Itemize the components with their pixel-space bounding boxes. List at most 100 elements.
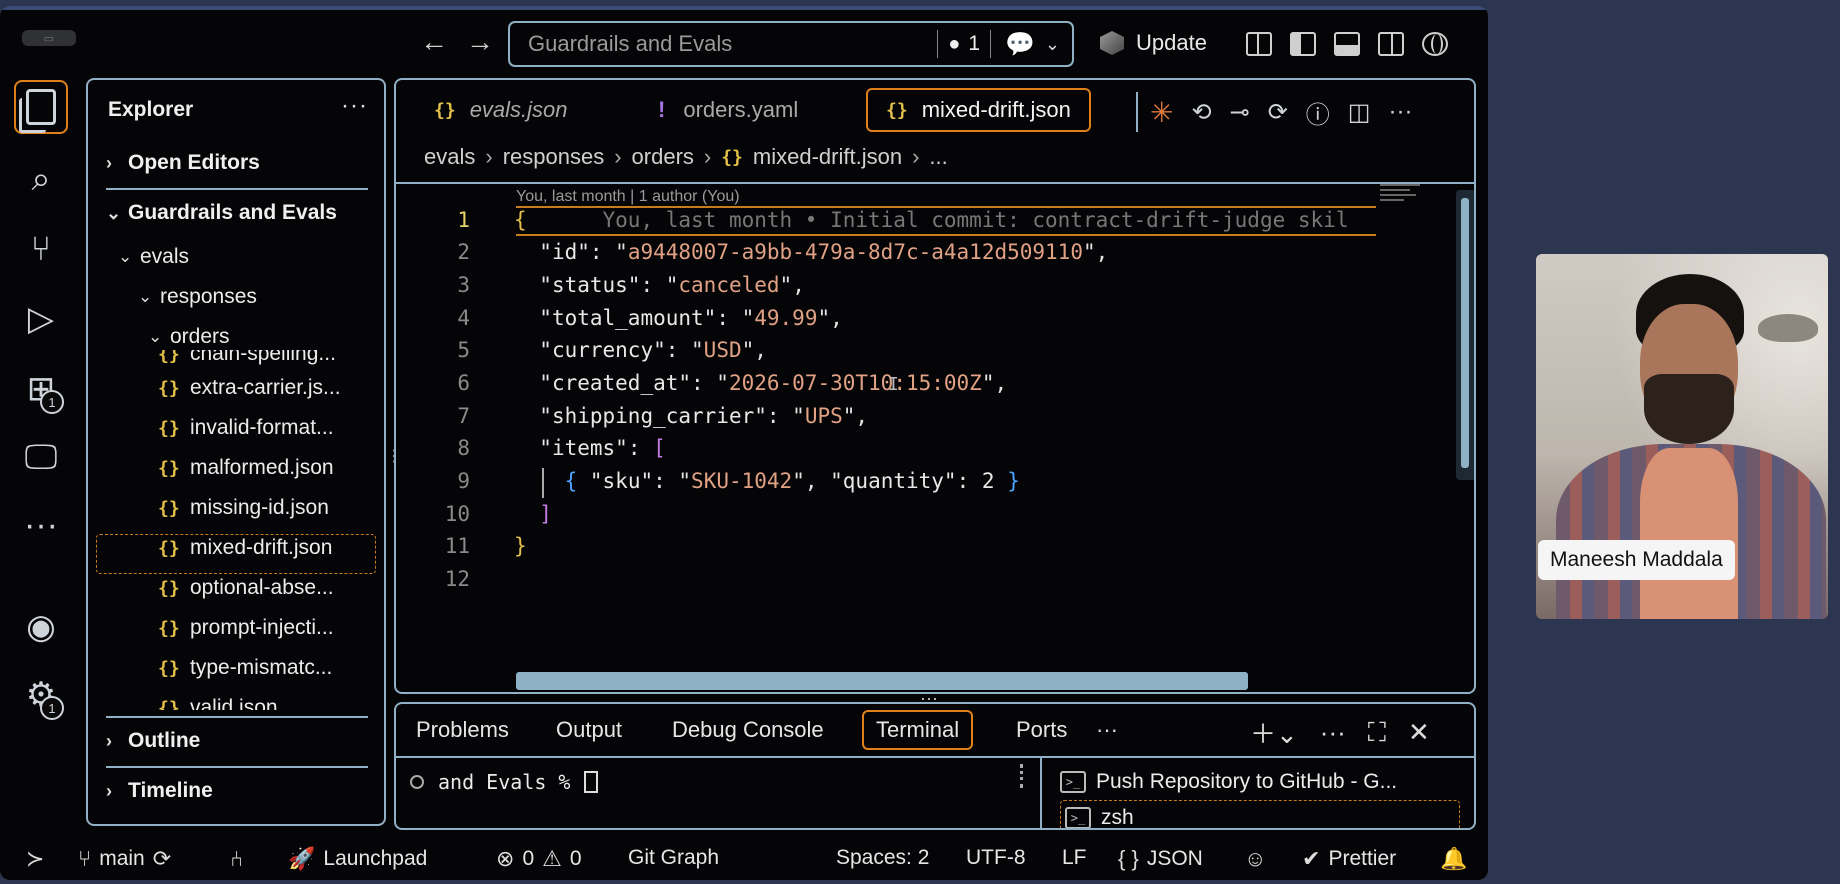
run-debug-icon[interactable]: ▷ [14,292,68,346]
file-item[interactable]: {} chain-spelling... [158,350,388,372]
vertical-scrollbar[interactable] [1456,190,1474,480]
tab-output[interactable]: Output [556,710,622,750]
horizontal-scrollbar[interactable] [516,672,1248,690]
explorer-more-icon[interactable]: ··· [341,92,368,120]
settings-badge: 1 [40,696,64,720]
double-check-icon: ✔ [1302,846,1321,871]
terminal-more-icon[interactable]: ··· [1320,717,1346,748]
launchpad-label: Launchpad [323,847,428,870]
maximize-panel-icon[interactable]: ⛶ [1368,717,1386,749]
line-number: 2 [457,240,470,264]
file-item[interactable]: {} missing-id.json [158,490,388,526]
divider [396,182,1474,184]
chat-icon[interactable]: 💬 [1005,30,1035,59]
toggle-primary-sidebar-icon[interactable] [1290,32,1316,56]
terminal-item[interactable]: >_ Push Repository to GitHub - G... [1060,764,1460,800]
more-actions-icon[interactable]: ··· [1388,98,1412,126]
minimap[interactable] [1380,184,1450,214]
encoding-item[interactable]: UTF-8 [966,846,1026,870]
blame-codelens[interactable]: You, last month | 1 author (You) [516,188,740,206]
tab-evals-json[interactable]: {} evals.json [434,88,568,132]
file-item[interactable]: {} invalid-format... [158,410,388,446]
customize-layout-icon[interactable] [1246,32,1272,56]
file-item[interactable]: {} valid.json [158,690,388,710]
git-compare-icon[interactable]: ⑃ [230,846,243,872]
file-item[interactable]: {} type-mismatc... [158,650,388,686]
editor-group: {} evals.json ! orders.yaml {} mixed-dri… [394,78,1476,694]
tab-mixed-drift-json[interactable]: {} mixed-drift.json [866,88,1091,132]
split-editor-icon[interactable]: ◫ [1348,98,1371,127]
folder-label: responses [160,285,257,308]
breadcrumb-item[interactable]: ... [929,144,947,170]
folder-evals[interactable]: ⌄ evals [118,240,189,274]
file-item[interactable]: {} malformed.json [158,450,388,486]
tab-problems[interactable]: Problems [416,710,509,750]
presenter-beard [1644,374,1734,444]
tab-ports[interactable]: Ports [1016,710,1067,750]
launchpad-item[interactable]: 🚀 Launchpad [288,846,427,872]
prettier-item[interactable]: ✔ Prettier [1302,846,1396,872]
panel-more-tabs-icon[interactable]: ··· [1096,710,1118,750]
folder-responses[interactable]: ⌄ responses [138,280,257,314]
file-item[interactable]: {} extra-carrier.js... [158,370,388,406]
branch-label: main [99,847,145,870]
notifications-bell-icon[interactable]: 🔔 [1440,846,1467,872]
explorer-activity-icon[interactable] [14,80,68,134]
divider [106,766,368,768]
workspace-section[interactable]: ⌄ Guardrails and Evals [106,192,368,234]
extensions-icon[interactable]: ⊞ 1 [14,362,68,416]
search-icon[interactable]: ⌕ [14,152,68,206]
folder-orders[interactable]: ⌄ orders [148,320,230,354]
update-button[interactable]: Update [1100,30,1207,56]
toggle-secondary-sidebar-icon[interactable] [1378,32,1404,56]
ai-sparkle-icon[interactable]: ✳ [1150,96,1173,129]
outline-section[interactable]: › Outline [106,720,368,762]
account-icon[interactable]: ◉ [14,600,68,654]
copilot-icon[interactable]: ☺ [1244,846,1266,872]
open-editors-section[interactable]: › Open Editors [106,142,368,184]
source-control-icon[interactable]: ⑂ [14,222,68,276]
language-mode-item[interactable]: { } JSON [1118,846,1203,872]
code-line: } [514,534,527,558]
tab-label: mixed-drift.json [921,97,1071,122]
breadcrumb-item[interactable]: responses [503,144,605,170]
terminal-prompt[interactable]: and Evals % [410,770,599,794]
forward-arrow-icon[interactable]: → [466,28,494,56]
branch-item[interactable]: ⑂ main ⟳ [78,846,171,872]
close-panel-icon[interactable]: ✕ [1408,717,1430,748]
terminal-item-selected[interactable]: >_ zsh [1060,800,1460,828]
eol-item[interactable]: LF [1062,846,1087,870]
file-item[interactable]: {} prompt-injecti... [158,610,388,646]
chevron-down-icon[interactable]: ⌄ [1045,34,1060,55]
window-controls[interactable]: ▭ [22,30,76,46]
code-line: "status": "canceled", [539,273,805,297]
tab-terminal[interactable]: Terminal [862,710,974,750]
breadcrumb-item[interactable]: orders [632,144,694,170]
json-key: "currency" [539,338,666,362]
indentation-item[interactable]: Spaces: 2 [836,846,929,870]
more-icon[interactable]: ··· [14,498,68,552]
git-previous-change-icon[interactable]: ⟲ [1191,98,1211,127]
settings-gear-icon[interactable]: ⚙ 1 [14,668,68,722]
remote-explorer-icon[interactable]: 🖵 [14,430,68,484]
error-icon: ⊗ [496,846,515,871]
command-center[interactable]: Guardrails and Evals ● 1 💬 ⌄ [508,21,1074,67]
tab-debug-console[interactable]: Debug Console [672,710,824,750]
globe-icon[interactable] [1422,32,1448,56]
problems-item[interactable]: ⊗ 0 ⚠ 0 [496,846,582,872]
git-commit-icon[interactable]: ⊸ [1230,98,1250,127]
breadcrumb-item[interactable]: evals [424,144,475,170]
tab-orders-yaml[interactable]: ! orders.yaml [658,88,798,132]
timeline-section[interactable]: › Timeline [106,770,368,812]
divider [106,188,368,190]
back-arrow-icon[interactable]: ← [420,28,448,56]
toggle-panel-icon[interactable] [1334,32,1360,56]
git-next-change-icon[interactable]: ⟳ [1268,98,1288,127]
remote-indicator-icon[interactable]: ≻ [26,846,44,872]
git-graph-icon[interactable]: ⓘ [1306,95,1330,130]
new-terminal-plus-icon[interactable]: ＋⌄ [1250,714,1298,751]
breadcrumb-item[interactable]: mixed-drift.json [753,144,902,170]
file-item[interactable]: {} optional-abse... [158,570,388,606]
git-graph-item[interactable]: Git Graph [628,846,719,870]
folder-label: orders [170,325,230,348]
